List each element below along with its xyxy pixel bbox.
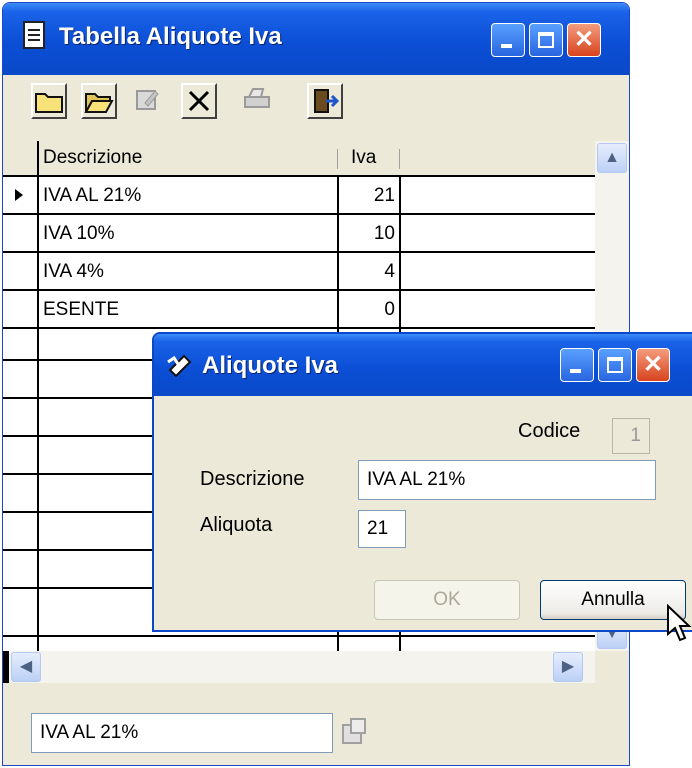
- maximize-icon: [538, 32, 554, 48]
- print-button[interactable]: [241, 83, 277, 119]
- grid-cell-iva[interactable]: 10: [341, 215, 395, 253]
- exit-button[interactable]: [307, 83, 343, 119]
- maximize-button[interactable]: [529, 23, 563, 57]
- column-header-descrizione[interactable]: Descrizione: [43, 141, 333, 175]
- grid-cell-iva[interactable]: 21: [341, 177, 395, 215]
- minimize-icon: [501, 44, 512, 48]
- current-row-indicator-icon: [15, 189, 23, 201]
- horizontal-scrollbar[interactable]: ◀ ▶: [3, 651, 595, 683]
- ok-button[interactable]: OK: [374, 580, 520, 620]
- dialog-minimize-button[interactable]: [560, 348, 594, 382]
- aliquote-iva-dialog: Aliquote Iva ✕ Codice 1 Descrizione IVA …: [152, 332, 692, 632]
- document-icon: [23, 21, 45, 49]
- open-folder-icon: [84, 93, 114, 113]
- record-edit-button[interactable]: [337, 715, 373, 751]
- descrizione-label: Descrizione: [200, 468, 305, 490]
- grid-cell-descrizione[interactable]: IVA 10%: [43, 215, 114, 253]
- column-header-iva[interactable]: Iva: [351, 141, 391, 175]
- dialog-close-button[interactable]: ✕: [636, 348, 670, 382]
- chevron-left-icon: ◀: [19, 658, 33, 675]
- mouse-cursor-icon: [667, 604, 692, 642]
- chevron-up-icon: ▲: [604, 149, 620, 166]
- minimize-button[interactable]: [491, 23, 525, 57]
- aliquota-label: Aliquota: [200, 514, 273, 536]
- edit-button[interactable]: [131, 83, 167, 119]
- grid-cell-descrizione[interactable]: ESENTE: [43, 291, 119, 329]
- chevron-right-icon: ▶: [561, 658, 575, 675]
- delete-button[interactable]: [181, 83, 217, 119]
- new-button[interactable]: [31, 83, 67, 119]
- grid-cell-iva[interactable]: 4: [341, 253, 395, 291]
- bottom-bar: IVA AL 21%: [3, 683, 629, 765]
- grid-cell-descrizione[interactable]: IVA 4%: [43, 253, 104, 291]
- main-title-bar[interactable]: Tabella Aliquote Iva ✕: [3, 3, 629, 75]
- open-button[interactable]: [81, 83, 117, 119]
- scroll-up-button[interactable]: ▲: [597, 143, 627, 173]
- properties-icon: [342, 718, 366, 744]
- grid-corner-marker: [3, 651, 9, 683]
- aliquota-input[interactable]: 21: [358, 510, 406, 548]
- dialog-title-bar[interactable]: Aliquote Iva ✕: [154, 334, 692, 396]
- close-button[interactable]: ✕: [567, 23, 601, 57]
- dialog-title: Aliquote Iva: [202, 352, 339, 379]
- codice-label: Codice: [518, 420, 581, 442]
- exit-icon: [314, 89, 340, 113]
- main-window-title: Tabella Aliquote Iva: [59, 23, 282, 50]
- toolbar: [3, 75, 629, 141]
- edit-icon: [136, 90, 159, 110]
- current-record-field[interactable]: IVA AL 21%: [31, 713, 333, 753]
- grid-cell-iva[interactable]: 0: [341, 291, 395, 329]
- close-icon: ✕: [573, 26, 595, 53]
- delete-icon: [188, 90, 210, 112]
- print-icon: [244, 88, 270, 108]
- new-folder-icon: [35, 93, 63, 113]
- grid-cell-descrizione[interactable]: IVA AL 21%: [43, 177, 141, 215]
- pencil-icon: [167, 354, 192, 378]
- scroll-left-button[interactable]: ◀: [11, 652, 41, 682]
- minimize-icon: [570, 369, 581, 373]
- dialog-maximize-button[interactable]: [598, 348, 632, 382]
- close-icon: ✕: [642, 351, 664, 378]
- scroll-right-button[interactable]: ▶: [553, 652, 583, 682]
- codice-field: 1: [612, 418, 650, 454]
- maximize-icon: [607, 357, 623, 373]
- annulla-button[interactable]: Annulla: [540, 580, 686, 620]
- descrizione-input[interactable]: IVA AL 21%: [358, 460, 656, 500]
